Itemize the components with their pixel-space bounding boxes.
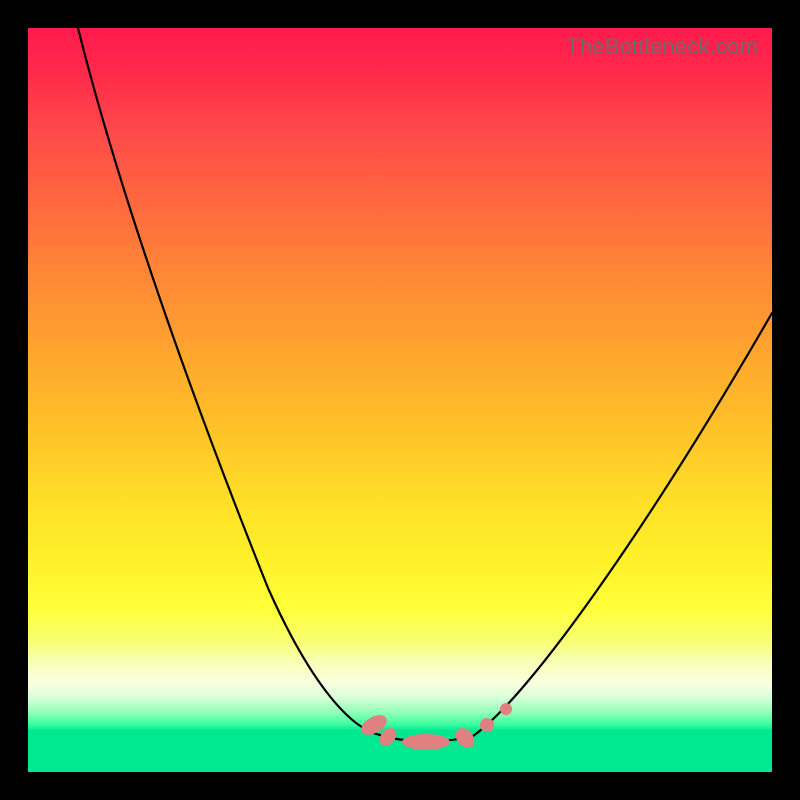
outer-frame: TheBottleneck.com	[0, 0, 800, 800]
marker-dot	[500, 703, 512, 715]
plot-area: TheBottleneck.com	[28, 28, 772, 772]
bottleneck-curve	[28, 28, 772, 772]
marker-dot	[480, 718, 494, 732]
curve-left-branch	[78, 28, 380, 735]
marker-dot	[402, 734, 450, 750]
marker-dot	[452, 724, 478, 751]
curve-right-branch	[473, 313, 772, 736]
